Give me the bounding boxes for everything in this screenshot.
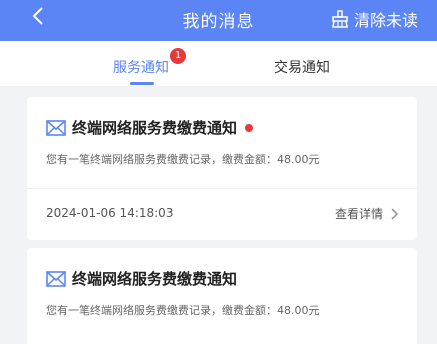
broom-icon — [332, 10, 348, 28]
unread-count-badge: 1 — [170, 48, 186, 64]
top-bar: 我的消息 清除未读 — [0, 0, 437, 41]
unread-dot — [245, 123, 254, 132]
message-title: 终端网络服务费缴费通知 — [72, 270, 238, 288]
tab-bar: 服务通知 交易通知 — [0, 41, 437, 86]
tab-service-notifications[interactable]: 服务通知 — [113, 57, 169, 77]
chevron-right-icon — [391, 208, 398, 219]
view-details-label: 查看详情 — [334, 207, 383, 221]
active-tab-indicator — [130, 82, 154, 85]
view-details-link[interactable]: 查看详情 — [335, 205, 399, 222]
message-card[interactable]: 终端网络服务费缴费通知 您有一笔终端网络服务费缴费记录，缴费金额：48.00元 — [27, 248, 417, 344]
clear-unread-label: 清除未读 — [354, 11, 419, 30]
message-time: 2024-01-06 14:18:03 — [46, 206, 174, 220]
message-description: 您有一笔终端网络服务费缴费记录，缴费金额：48.00元 — [46, 153, 320, 166]
envelope-icon — [46, 270, 66, 287]
message-title: 终端网络服务费缴费通知 — [72, 119, 238, 137]
message-description: 您有一笔终端网络服务费缴费记录，缴费金额：48.00元 — [46, 304, 320, 317]
message-card[interactable]: 终端网络服务费缴费通知 您有一笔终端网络服务费缴费记录，缴费金额：48.00元 … — [27, 97, 417, 240]
envelope-icon — [46, 119, 66, 136]
tab-trade-notifications[interactable]: 交易通知 — [274, 57, 330, 77]
divider — [27, 188, 417, 189]
clear-unread-button[interactable]: 清除未读 — [330, 6, 418, 32]
